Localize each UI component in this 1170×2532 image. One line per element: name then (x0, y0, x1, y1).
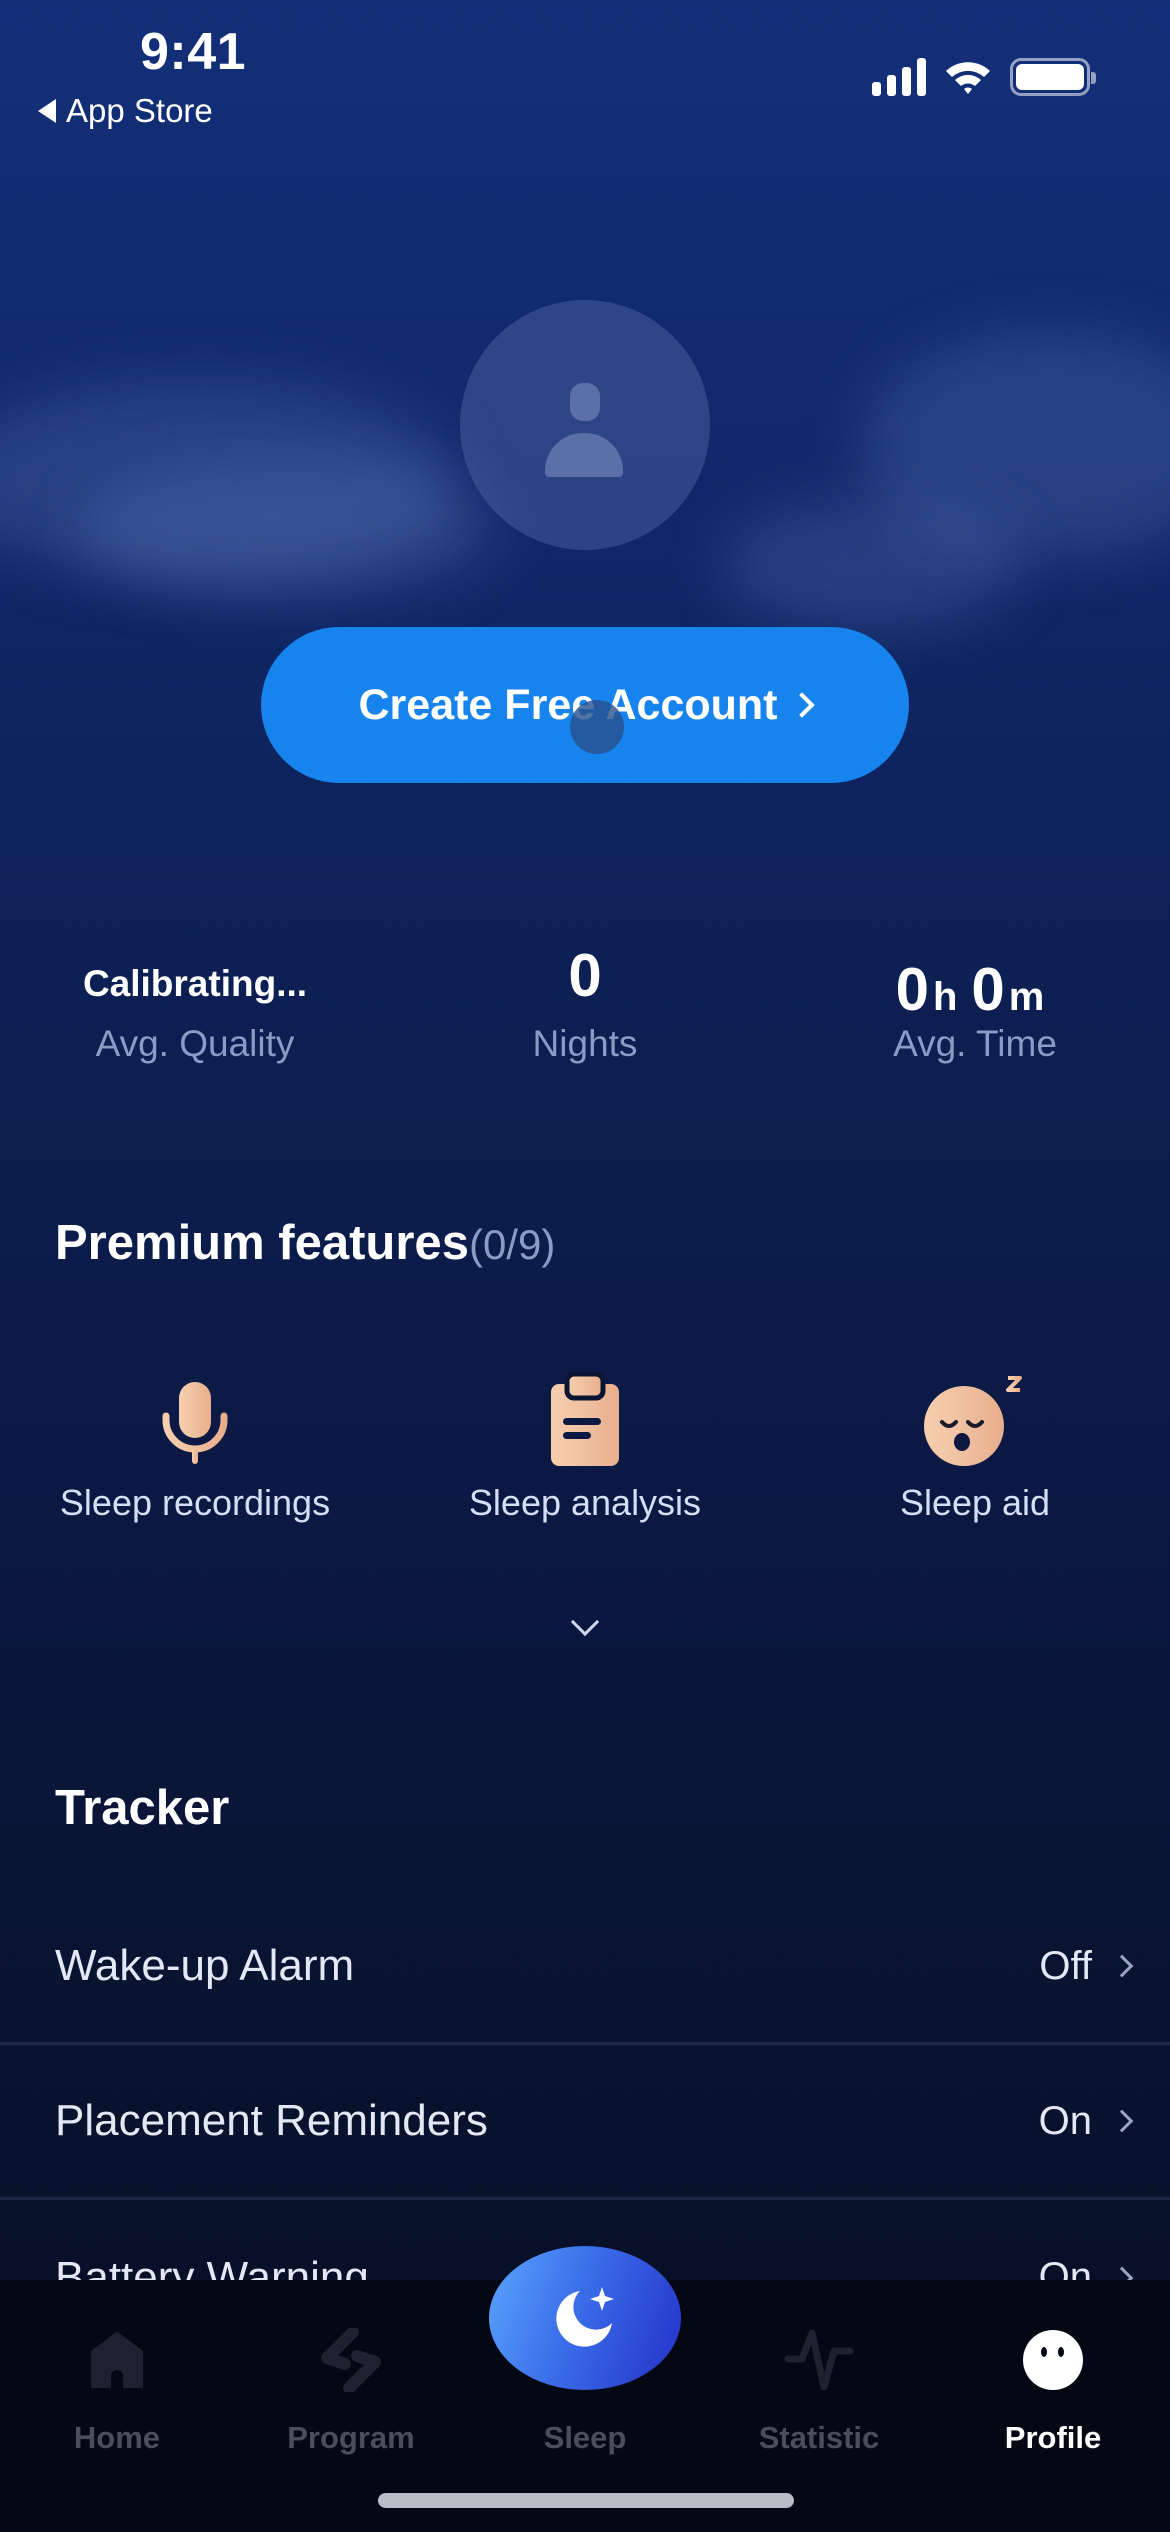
stat-value: 0 (568, 941, 602, 1009)
sleep-button[interactable] (489, 2246, 681, 2390)
stat-nights: 0 Nights (390, 935, 780, 1065)
moon-icon (556, 2287, 614, 2347)
sleeping-face-icon (924, 1376, 1022, 1466)
create-account-label: Create Free Account (358, 680, 778, 729)
stat-avg-time: 0 h 0 m Avg. Time (780, 935, 1170, 1065)
chevron-right-icon (1110, 2109, 1134, 2133)
back-to-app-store[interactable]: App Store (38, 92, 213, 130)
hours-unit: h (932, 975, 958, 1019)
stat-label: Avg. Quality (95, 1023, 295, 1064)
person-icon (570, 383, 600, 421)
feature-sleep-aid[interactable]: Sleep aid (780, 1368, 1170, 1524)
cellular-signal-icon (872, 58, 926, 96)
tab-program[interactable]: Program (234, 2320, 468, 2456)
person-icon-body (545, 433, 623, 477)
microphone-icon (162, 1382, 228, 1464)
profile-face-icon (1023, 2330, 1083, 2390)
premium-count: (0/9) (468, 1221, 556, 1268)
chevron-right-icon (1110, 1954, 1134, 1978)
back-arrow-icon (38, 99, 56, 123)
minutes-value: 0 (971, 956, 1005, 1023)
cloud-decoration (80, 460, 500, 600)
tab-label: Home (73, 2420, 161, 2455)
cloud-decoration (720, 500, 1020, 630)
tab-label: Profile (1004, 2420, 1102, 2455)
row-value: Off (1039, 1943, 1092, 1988)
back-label: App Store (66, 92, 213, 129)
feature-label: Sleep aid (899, 1482, 1051, 1523)
row-label: Placement Reminders (55, 2096, 488, 2145)
program-icon (321, 2328, 381, 2392)
premium-title: Premium features (55, 1216, 469, 1270)
feature-sleep-recordings[interactable]: Sleep recordings (0, 1368, 390, 1524)
row-label: Wake-up Alarm (55, 1941, 355, 1990)
feature-label: Sleep recordings (59, 1482, 331, 1523)
tracker-heading: Tracker (55, 1781, 230, 1835)
home-indicator[interactable] (378, 2493, 794, 2508)
row-value: On (1038, 2098, 1092, 2143)
tab-profile[interactable]: Profile (936, 2320, 1170, 2456)
tracker-row-placement-reminders[interactable]: Placement Reminders On (0, 2045, 1170, 2200)
stat-value: Calibrating... (82, 963, 308, 1004)
feature-label: Sleep analysis (468, 1482, 702, 1523)
hours-value: 0 (895, 956, 929, 1023)
tracker-row-wake-up-alarm[interactable]: Wake-up Alarm Off (0, 1890, 1170, 2045)
battery-icon (1010, 58, 1096, 96)
tab-label: Statistic (758, 2420, 880, 2455)
stat-avg-quality: Calibrating... Avg. Quality (0, 935, 390, 1065)
avatar[interactable] (460, 300, 710, 550)
tab-label: Sleep (543, 2420, 627, 2455)
expand-features-chevron-down-icon[interactable] (568, 1607, 602, 1644)
premium-features-heading: Premium features(0/9) (55, 1215, 555, 1271)
tab-label: Program (287, 2420, 415, 2455)
feature-sleep-analysis[interactable]: Sleep analysis (390, 1368, 780, 1524)
wifi-icon (946, 62, 990, 94)
pulse-icon (784, 2329, 854, 2391)
tab-statistic[interactable]: Statistic (702, 2320, 936, 2456)
tab-home[interactable]: Home (0, 2320, 234, 2456)
stat-label: Nights (532, 1023, 638, 1064)
home-icon (91, 2332, 143, 2388)
minutes-unit: m (1008, 975, 1045, 1019)
chevron-right-icon (789, 692, 816, 718)
clipboard-icon (551, 1372, 619, 1466)
stat-value: 0 h 0 m (780, 935, 1170, 1023)
stat-label: Avg. Time (893, 1023, 1057, 1064)
touch-indicator (570, 700, 624, 754)
status-icons (872, 58, 1096, 96)
status-time: 9:41 (140, 23, 247, 81)
